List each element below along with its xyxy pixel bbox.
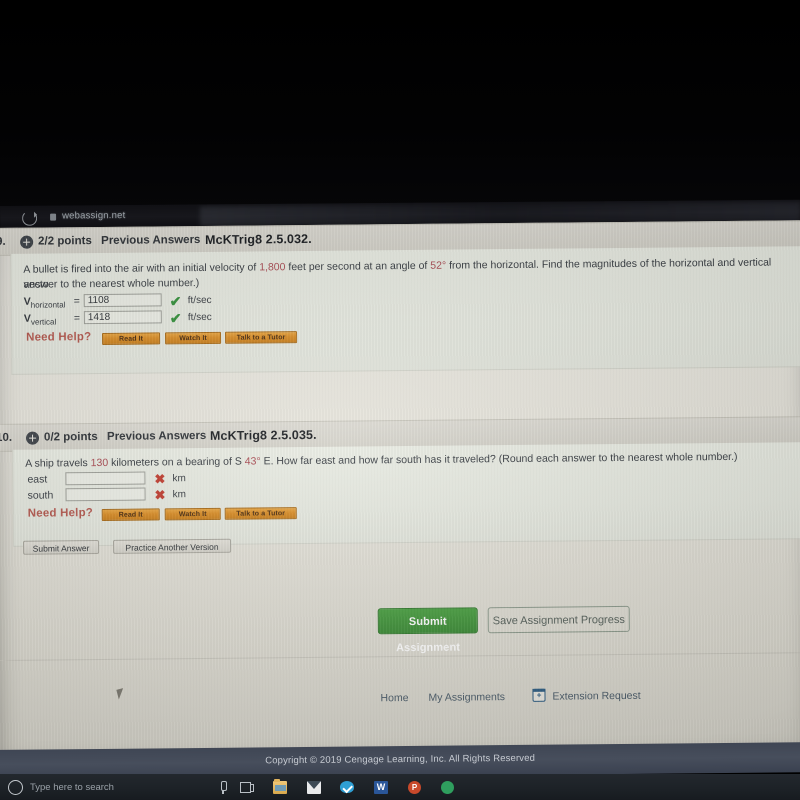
prompt-part-b: feet per second at an angle of	[285, 259, 431, 274]
unit-label-horizontal: ft/sec	[187, 294, 212, 307]
dark-screen-area	[0, 0, 800, 214]
answer-input-east[interactable]	[65, 471, 146, 486]
variable-label-vertical: Vvertical	[23, 312, 57, 327]
expand-plus-icon[interactable]	[25, 431, 40, 445]
read-it-button-9[interactable]: Read It	[102, 332, 161, 345]
microphone-icon[interactable]	[216, 781, 230, 794]
variable-sub-vertical: vertical	[30, 317, 57, 327]
variable-sub-horizontal: horizontal	[30, 300, 66, 310]
field-label-south: south	[27, 489, 54, 502]
taskbar-search-input[interactable]: Type here to search	[30, 782, 114, 793]
need-help-label-9: Need Help?	[25, 331, 92, 344]
previous-answers-link-9[interactable]: Previous Answers	[101, 234, 200, 247]
footer-link-home[interactable]: Home	[380, 692, 408, 704]
incorrect-x-icon-east: ✖	[154, 471, 166, 487]
unit-label-south: km	[172, 489, 186, 501]
prompt-value-1: 130	[90, 456, 109, 470]
submit-assignment-button[interactable]: Submit Assignment	[377, 607, 478, 654]
question-number-9: 9.	[0, 235, 6, 248]
question-body-9: A bullet is fired into the air with an i…	[10, 246, 800, 375]
prompt-part-a: A bullet is fired into the air with an i…	[23, 261, 260, 276]
talk-to-tutor-button-9[interactable]: Talk to a Tutor	[225, 331, 298, 344]
copyright-text: Copyright © 2019 Cengage Learning, Inc. …	[265, 752, 536, 767]
prompt-value-2: 52°	[430, 259, 447, 272]
mail-icon[interactable]	[307, 781, 321, 794]
prompt-value-2: 43°	[244, 455, 261, 468]
talk-to-tutor-button-10[interactable]: Talk to a Tutor	[224, 507, 297, 520]
save-assignment-progress-button[interactable]: Save Assignment Progress	[487, 605, 630, 634]
lock-icon	[50, 213, 57, 221]
footer-link-my-assignments[interactable]: My Assignments	[428, 691, 505, 704]
word-icon[interactable]: W	[374, 781, 388, 794]
windows-taskbar: Type here to search W P	[0, 774, 800, 800]
points-label-10: 0/2 points	[43, 430, 98, 444]
prompt-part-c: E. How far east and how far south has it…	[260, 450, 738, 468]
watch-it-button-9[interactable]: Watch It	[165, 331, 222, 345]
photographed-monitor: webassign.net 9. 2/2 points Previous Ans…	[0, 0, 800, 800]
mouse-cursor	[116, 688, 126, 700]
unit-label-vertical: ft/sec	[187, 311, 212, 324]
question-code-9: McKTrig8 2.5.032.	[205, 231, 312, 247]
file-explorer-icon[interactable]	[273, 779, 287, 794]
question-body-10: A ship travels 130 kilometers on a beari…	[12, 442, 800, 547]
variable-label-horizontal: Vhorizontal	[23, 295, 66, 310]
task-view-icon[interactable]	[240, 781, 254, 794]
sync-check-icon[interactable]	[340, 781, 354, 794]
question-number-10: 10.	[0, 431, 13, 444]
incorrect-x-icon-south: ✖	[154, 487, 166, 503]
watch-it-button-10[interactable]: Watch It	[164, 507, 221, 521]
answer-input-horizontal[interactable]	[83, 293, 162, 308]
equals-sign-vertical: =	[73, 312, 81, 325]
prompt-part-a: A ship travels	[25, 457, 91, 470]
answer-input-south[interactable]	[65, 487, 146, 502]
prompt-part-b: kilometers on a bearing of S	[108, 455, 245, 469]
app-icon[interactable]	[441, 781, 454, 794]
powerpoint-icon[interactable]: P	[408, 781, 421, 794]
unit-label-east: km	[172, 473, 186, 485]
footer-link-extension-request[interactable]: Extension Request	[552, 690, 640, 703]
reload-icon[interactable]	[22, 210, 38, 226]
prompt-value-1: 1,800	[259, 261, 286, 274]
field-label-east: east	[27, 473, 48, 486]
points-label-9: 2/2 points	[38, 235, 92, 248]
submit-answer-button[interactable]: Submit Answer	[23, 539, 100, 555]
webassign-page: 9. 2/2 points Previous Answers McKTrig8 …	[0, 220, 800, 768]
previous-answers-link-10[interactable]: Previous Answers	[107, 430, 206, 443]
equals-sign-horizontal: =	[73, 295, 80, 308]
read-it-button-10[interactable]: Read It	[101, 508, 160, 521]
answer-input-vertical[interactable]	[83, 310, 162, 325]
address-bar-url[interactable]: webassign.net	[62, 210, 125, 221]
correct-check-icon-horizontal: ✔	[169, 293, 182, 310]
expand-plus-icon[interactable]	[20, 235, 34, 249]
question-prompt-10: A ship travels 130 kilometers on a beari…	[25, 449, 785, 471]
calendar-plus-glyph: +	[536, 690, 542, 700]
correct-check-icon-vertical: ✔	[169, 310, 182, 327]
practice-another-version-button[interactable]: Practice Another Version	[112, 538, 232, 554]
cortana-circle-icon[interactable]	[8, 780, 23, 795]
need-help-label-10: Need Help?	[27, 507, 94, 520]
calendar-plus-icon[interactable]: +	[532, 688, 546, 702]
question-code-10: McKTrig8 2.5.035.	[209, 427, 317, 443]
